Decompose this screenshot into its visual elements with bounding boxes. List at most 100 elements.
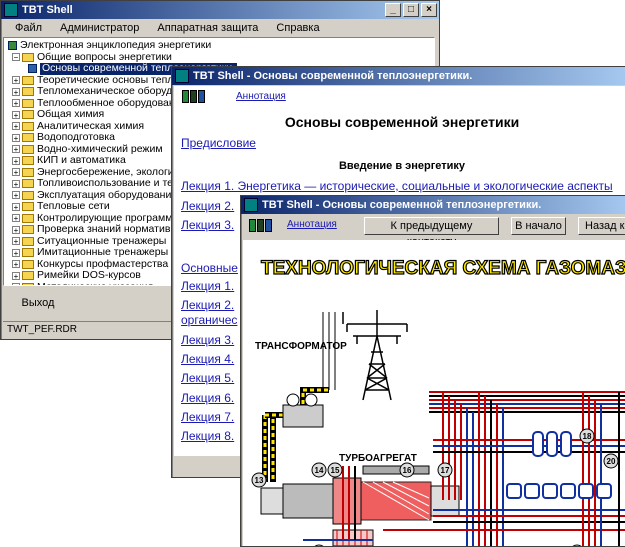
transformer-icon: [282, 404, 324, 428]
folder-icon: [22, 271, 34, 281]
course-window-titlebar[interactable]: TBT Shell - Основы современной теплоэнер…: [172, 67, 625, 85]
expand-icon[interactable]: +: [12, 87, 20, 96]
callout-17: 17: [437, 462, 453, 478]
expand-icon[interactable]: +: [12, 271, 20, 280]
preface-link[interactable]: Предисловие: [181, 136, 256, 150]
section-link[interactable]: Основные: [181, 261, 238, 275]
home-button[interactable]: В начало: [511, 217, 566, 235]
lecture-2-link[interactable]: Лекция 2.: [181, 199, 234, 213]
lecture-link[interactable]: Лекция 2.: [181, 298, 234, 312]
svg-text:17: 17: [441, 466, 450, 475]
process-diagram: ТЕХНОЛОГИЧЕСКАЯ СХЕМА ГАЗОМАЗ ТРАНСФОРМА…: [251, 257, 625, 546]
transformer-label: ТРАНСФОРМАТОР: [255, 341, 347, 352]
condenser-icon: [303, 529, 374, 546]
folder-icon: [22, 167, 34, 177]
expand-icon[interactable]: +: [12, 237, 20, 246]
main-window-titlebar[interactable]: TBT Shell _ □ ×: [1, 1, 439, 19]
folder-icon: [22, 87, 34, 97]
toolbar-icons: [182, 90, 205, 103]
turbo-label: ТУРБОАГРЕГАТ: [339, 453, 417, 464]
expand-icon[interactable]: +: [12, 168, 20, 177]
book-blue-icon[interactable]: [198, 90, 205, 103]
expand-icon[interactable]: +: [12, 225, 20, 234]
previous-context-button[interactable]: К предыдущему контексту: [364, 217, 499, 248]
lecture-link[interactable]: Лекция 8.: [181, 429, 234, 443]
tree-item-label: Методические указания: [37, 281, 153, 285]
minimize-button[interactable]: _: [385, 3, 401, 17]
tree-item-label: Проверка знаний нормативно-т: [37, 223, 191, 235]
annotation-link[interactable]: Аннотация: [236, 91, 286, 102]
encyclopedia-icon: [8, 41, 17, 51]
back-button[interactable]: Назад к: [578, 217, 625, 235]
section-heading: Введение в энергетику: [338, 160, 466, 172]
expand-icon[interactable]: +: [12, 145, 20, 154]
app-icon: [244, 198, 258, 212]
expand-icon[interactable]: +: [12, 76, 20, 85]
expand-icon[interactable]: +: [12, 156, 20, 165]
expand-icon[interactable]: +: [12, 214, 20, 223]
diagram-window-titlebar[interactable]: TBT Shell - Основы современной теплоэнер…: [241, 196, 625, 214]
expand-icon[interactable]: +: [12, 248, 20, 257]
tree-item[interactable]: Электронная энциклопедия энергетики: [4, 39, 434, 52]
folder-icon: [22, 236, 34, 246]
callout-12: 12: [314, 544, 324, 546]
lecture-link[interactable]: Лекция 4.: [181, 352, 234, 366]
expand-icon[interactable]: +: [12, 110, 20, 119]
collapse-icon[interactable]: −: [12, 53, 20, 62]
expand-icon[interactable]: +: [12, 283, 20, 285]
folder-icon: [22, 144, 34, 154]
folder-icon: [22, 156, 34, 166]
diagram-toolbar: Аннотация К предыдущему контексту В нача…: [243, 215, 625, 248]
folder-icon: [22, 98, 34, 108]
expand-icon[interactable]: +: [12, 133, 20, 142]
menu-hardware-protection[interactable]: Аппаратная защита: [157, 22, 258, 34]
folder-icon: [22, 190, 34, 200]
maximize-button[interactable]: □: [403, 3, 419, 17]
exit-button[interactable]: Выход: [5, 290, 71, 318]
tree-item-label: Водоподготовка: [37, 131, 115, 143]
tree-item-label: Тепловые сети: [37, 200, 110, 212]
svg-text:13: 13: [255, 476, 264, 485]
menu-admin[interactable]: Администратор: [60, 22, 139, 34]
book-dark-icon[interactable]: [257, 219, 264, 232]
tree-item-label: Общая химия: [37, 108, 105, 120]
lecture-link[interactable]: Лекция 7.: [181, 410, 234, 424]
turbo-top-bars: [362, 465, 430, 475]
svg-text:20: 20: [607, 457, 616, 466]
app-icon: [175, 69, 189, 83]
lecture-link[interactable]: Лекция 3.: [181, 333, 234, 347]
lecture-link[interactable]: Лекция 6.: [181, 391, 234, 405]
svg-text:16: 16: [403, 466, 412, 475]
tree-item-label: Имитационные тренажеры: [37, 246, 169, 258]
lecture-1-link[interactable]: Лекция 1. Энергетика — исторические, соц…: [181, 179, 613, 193]
lecture-link[interactable]: Лекция 5.: [181, 371, 234, 385]
menu-help[interactable]: Справка: [276, 22, 319, 34]
lecture-link[interactable]: Лекция 1.: [181, 279, 234, 293]
expand-icon[interactable]: +: [12, 191, 20, 200]
folder-icon: [22, 75, 34, 85]
close-button[interactable]: ×: [421, 3, 437, 17]
svg-text:15: 15: [331, 466, 340, 475]
callout-3: 3: [572, 544, 582, 546]
lecture-3-link[interactable]: Лекция 3.: [181, 218, 234, 232]
folder-icon: [22, 110, 34, 120]
expand-icon[interactable]: +: [12, 179, 20, 188]
expand-icon[interactable]: +: [12, 99, 20, 108]
lecture-link[interactable]: органичес: [181, 313, 237, 327]
book-dark-icon[interactable]: [190, 90, 197, 103]
expand-icon[interactable]: +: [12, 122, 20, 131]
callout-13: 13: [251, 472, 267, 488]
folder-icon: [22, 282, 34, 285]
expand-icon[interactable]: +: [12, 202, 20, 211]
toolbar-icons: [249, 219, 272, 232]
annotation-link[interactable]: Аннотация: [287, 219, 337, 230]
tree-item-label: Тепломеханическое оборудова: [37, 85, 190, 97]
book-green-icon[interactable]: [249, 219, 256, 232]
course-window-title: TBT Shell - Основы современной теплоэнер…: [193, 70, 473, 82]
menu-file[interactable]: Файл: [15, 22, 42, 34]
tree-item-label: КИП и автоматика: [37, 154, 126, 166]
expand-icon[interactable]: +: [12, 260, 20, 269]
book-green-icon[interactable]: [182, 90, 189, 103]
book-blue-icon[interactable]: [265, 219, 272, 232]
folder-icon: [22, 248, 34, 258]
